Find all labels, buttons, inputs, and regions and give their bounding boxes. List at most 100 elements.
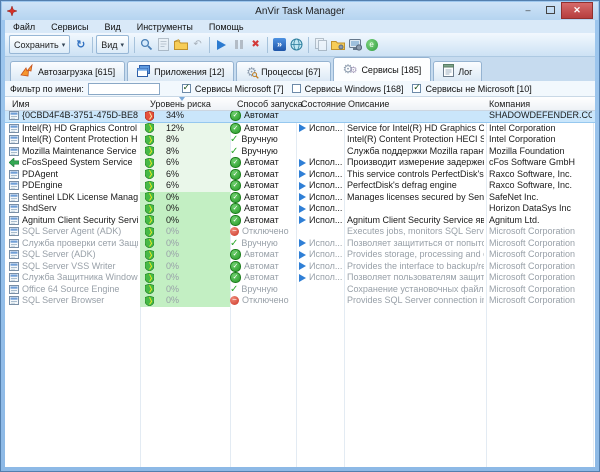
service-row[interactable]: ShdServ0%✓АвтоматИспол...Horizon DataSys… [5, 203, 595, 215]
service-description: Позволяет пользователям защититьс... [347, 272, 484, 284]
checkbox-services-windows[interactable]: Сервисы Windows [168] [292, 84, 404, 94]
remote-computer-icon[interactable] [346, 36, 363, 53]
service-row[interactable]: Office 64 Source Engine0%✓ВручнуюСохране… [5, 284, 595, 296]
risk-shield-icon [145, 296, 154, 306]
risk-level: 0% [140, 261, 230, 273]
column-header-state[interactable]: Состояние [301, 99, 346, 109]
startup-disabled-icon: − [230, 227, 239, 236]
copy-icon[interactable] [312, 36, 329, 53]
column-header-startup[interactable]: Способ запуска [237, 99, 303, 109]
service-company: Microsoft Corporation [489, 284, 592, 296]
service-row[interactable]: {0CBD4F4B-3751-475D-BE8B-4F271385B6...34… [5, 109, 595, 123]
service-row[interactable]: Mozilla Maintenance Service8%✓ВручнуюСлу… [5, 146, 595, 158]
service-description: Provides the interface to backup/restor.… [347, 261, 484, 273]
minimize-button[interactable]: – [517, 2, 539, 17]
service-description [347, 203, 484, 215]
start-service-icon[interactable] [213, 36, 230, 53]
menu-view[interactable]: Вид [96, 22, 128, 32]
open-folder-icon[interactable] [172, 36, 189, 53]
service-row[interactable]: Sentinel LDK License Manager0%✓АвтоматИс… [5, 192, 595, 204]
maximize-button[interactable] [539, 2, 561, 17]
menu-file[interactable]: Файл [5, 22, 43, 32]
client-area: Файл Сервисы Вид Инструменты Помощь Сохр… [5, 20, 595, 467]
view-button[interactable]: Вид▾ [96, 35, 129, 54]
service-name: Mozilla Maintenance Service [9, 146, 138, 158]
service-state: Испол... [299, 157, 343, 169]
service-row[interactable]: SQL Server Browser0%−ОтключеноProvides S… [5, 295, 595, 307]
pause-service-icon[interactable] [230, 36, 247, 53]
service-row[interactable]: SQL Server (ADK)0%✓АвтоматИспол...Provid… [5, 249, 595, 261]
service-row[interactable]: Agnitum Client Security Service0%✓Автома… [5, 215, 595, 227]
running-icon [299, 193, 306, 201]
column-header-risk[interactable]: Уровень риска [150, 99, 211, 109]
service-row[interactable]: Intel(R) Content Protection HECI Service… [5, 134, 595, 146]
menu-help[interactable]: Помощь [201, 22, 252, 32]
column-header-company[interactable]: Компания [489, 99, 530, 109]
risk-level: 8% [140, 146, 230, 158]
service-row[interactable]: Intel(R) HD Graphics Control Panel Servi… [5, 123, 595, 135]
online-check-icon[interactable] [288, 36, 305, 53]
services-table: Имя Уровень риска Способ запуска Состоян… [5, 97, 595, 467]
tab-services[interactable]: ⚙⚙ Сервисы [185] [333, 57, 432, 81]
checkbox-services-microsoft[interactable]: ✓Сервисы Microsoft [7] [182, 84, 284, 94]
service-name: Sentinel LDK License Manager [9, 192, 138, 204]
startup-type: ✓Автомат [230, 192, 295, 204]
tab-processes[interactable]: ⚙ Процессы [67] [236, 61, 330, 81]
risk-level: 0% [140, 295, 230, 307]
menu-services[interactable]: Сервисы [43, 22, 96, 32]
startup-manual-icon: ✓ [230, 285, 238, 294]
risk-level: 0% [140, 226, 230, 238]
risk-level: 0% [140, 284, 230, 296]
properties-icon[interactable] [155, 36, 172, 53]
plugin-icon[interactable]: e [363, 36, 380, 53]
service-icon [9, 216, 19, 225]
risk-shield-icon [145, 261, 154, 271]
service-row[interactable]: PDAgent6%✓АвтоматИспол...This service co… [5, 169, 595, 181]
startup-auto-icon: ✓ [230, 272, 241, 283]
service-description: Сохранение установочных файлов д... [347, 284, 484, 296]
service-company: Mozilla Foundation [489, 146, 592, 158]
service-state: Испол... [299, 180, 343, 192]
menu-tools[interactable]: Инструменты [129, 22, 201, 32]
startup-type: ✓Вручную [230, 238, 295, 250]
checkbox-services-non-microsoft[interactable]: ✓Сервисы не Microsoft [10] [412, 84, 531, 94]
undo-icon[interactable]: ↶ [189, 36, 206, 53]
close-button[interactable]: ✕ [561, 2, 593, 19]
tab-autostart[interactable]: Автозагрузка [615] [10, 61, 125, 81]
risk-shield-icon [145, 135, 154, 145]
service-row[interactable]: Служба проверки сети Защитника Win...0%✓… [5, 238, 595, 250]
filter-name-input[interactable] [88, 83, 160, 95]
search-icon[interactable] [138, 36, 155, 53]
table-body: {0CBD4F4B-3751-475D-BE8B-4F271385B6...34… [5, 110, 595, 467]
stop-service-icon[interactable]: ✖ [247, 36, 264, 53]
service-row[interactable]: SQL Server Agent (ADK)0%−ОтключеноExecut… [5, 226, 595, 238]
service-name: ShdServ [9, 203, 138, 215]
service-name: Intel(R) HD Graphics Control Panel Servi… [9, 123, 138, 135]
service-description: Provides storage, processing and contr..… [347, 249, 484, 261]
service-row[interactable]: SQL Server VSS Writer0%✓АвтоматИспол...P… [5, 261, 595, 273]
startup-auto-icon: ✓ [230, 157, 241, 168]
service-row[interactable]: cFosSpeed System Service6%✓АвтоматИспол.… [5, 157, 595, 169]
startup-type: ✓Автомат [230, 203, 295, 215]
risk-shield-icon [145, 158, 154, 168]
startup-auto-icon: ✓ [230, 249, 241, 260]
service-description: Intel(R) Content Protection HECI Servic.… [347, 134, 484, 146]
service-company: SafeNet Inc. [489, 192, 592, 204]
service-row[interactable]: Служба Защитника Windows0%✓АвтоматИспол.… [5, 272, 595, 284]
startup-type: ✓Автомат [230, 180, 295, 192]
folder-gear-icon[interactable] [329, 36, 346, 53]
tab-applications[interactable]: Приложения [12] [127, 61, 234, 81]
startup-auto-icon: ✓ [230, 110, 241, 121]
tab-log[interactable]: Лог [433, 61, 482, 81]
quarantine-icon[interactable]: » [271, 36, 288, 53]
service-company: Horizon DataSys Inc [489, 203, 592, 215]
risk-level: 6% [140, 169, 230, 181]
service-row[interactable]: PDEngine6%✓АвтоматИспол...PerfectDisk's … [5, 180, 595, 192]
save-button[interactable]: Сохранить▾ [9, 35, 70, 54]
risk-shield-icon [145, 238, 154, 248]
column-header-name[interactable]: Имя [12, 99, 30, 109]
startup-type: ✓Автомат [230, 261, 295, 273]
service-icon [9, 204, 19, 213]
refresh-icon[interactable]: ↻ [72, 36, 89, 53]
column-header-description[interactable]: Описание [348, 99, 389, 109]
